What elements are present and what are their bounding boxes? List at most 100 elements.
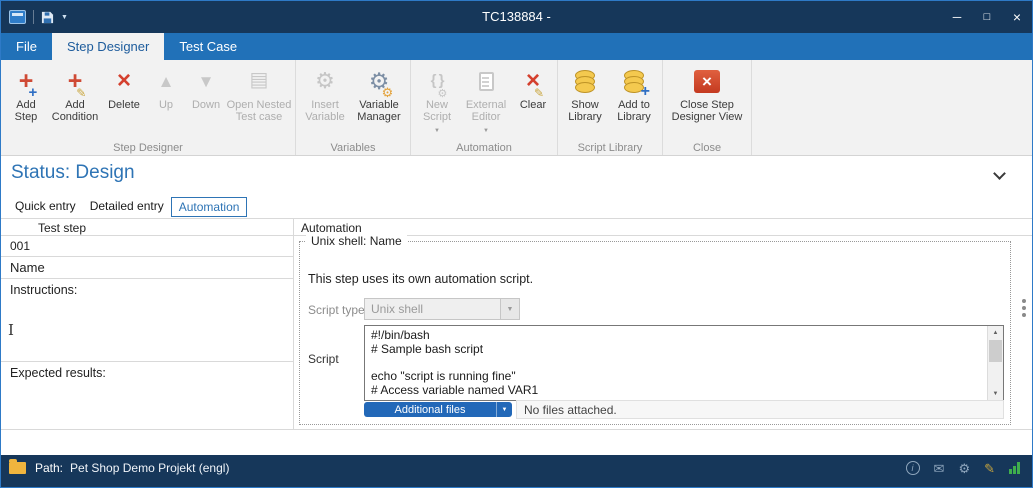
delete-button[interactable]: Delete xyxy=(102,62,146,111)
show-library-button[interactable]: Show Library xyxy=(561,62,609,123)
ribbon-tab-bar: File Step Designer Test Case xyxy=(1,33,1032,60)
script-description: This step uses its own automation script… xyxy=(308,272,533,286)
clear-icon xyxy=(526,65,540,97)
close-button[interactable]: × xyxy=(1002,1,1032,33)
grid-glyph xyxy=(250,74,269,89)
button-label: Show Library xyxy=(561,99,609,123)
gear-sub-glyph xyxy=(382,87,394,100)
scrollbar-thumb[interactable] xyxy=(989,340,1002,362)
ribbon-group-step-designer: Add Step Add Condition Delete Up Down Op… xyxy=(1,60,296,155)
ribbon: Add Step Add Condition Delete Up Down Op… xyxy=(1,60,1032,156)
entry-tab-bar: Quick entry Detailed entry Automation xyxy=(8,197,247,217)
connection-status-icon[interactable] xyxy=(1009,462,1020,474)
titlebar-separator xyxy=(33,10,34,24)
external-editor-button: External Editor xyxy=(460,62,512,137)
ribbon-group-variables: Insert Variable Variable Manager Variabl… xyxy=(296,60,411,155)
db-glyph xyxy=(575,70,595,93)
tab-file[interactable]: File xyxy=(1,33,52,60)
test-step-number-row[interactable]: 001 xyxy=(1,236,293,257)
maximize-button[interactable]: □ xyxy=(972,1,1002,33)
column-header-row: Test step Automation xyxy=(1,218,1032,236)
delete-icon xyxy=(117,65,131,97)
additional-files-label: Additional files xyxy=(364,404,496,416)
button-label: Down xyxy=(192,99,220,111)
close-step-designer-button[interactable]: Close Step Designer View xyxy=(666,62,748,123)
button-label: Up xyxy=(159,99,173,111)
script-textarea[interactable]: #!/bin/bash # Sample bash script echo "s… xyxy=(364,325,1004,401)
column-header-automation: Automation xyxy=(301,221,362,235)
plus-sub-glyph xyxy=(29,87,38,100)
insert-variable-button: Insert Variable xyxy=(299,62,351,123)
close-view-icon xyxy=(694,65,720,97)
instructions-field[interactable]: Instructions: xyxy=(1,279,293,362)
button-label: External Editor xyxy=(460,99,512,123)
gear-glyph xyxy=(315,70,335,92)
tab-automation[interactable]: Automation xyxy=(171,197,248,217)
script-type-select: Unix shell xyxy=(364,298,520,320)
message-icon[interactable] xyxy=(934,462,945,475)
tab-quick-entry[interactable]: Quick entry xyxy=(8,197,83,217)
add-step-button[interactable]: Add Step xyxy=(4,62,48,123)
tab-test-case[interactable]: Test Case xyxy=(164,33,252,60)
script-scrollbar[interactable] xyxy=(987,326,1003,400)
script-line: # Sample bash script xyxy=(371,343,983,357)
group-label: Step Designer xyxy=(1,142,295,154)
collapse-section-chevron-icon[interactable] xyxy=(993,167,1006,180)
add-to-library-button[interactable]: Add to Library xyxy=(609,62,659,123)
variable-manager-icon xyxy=(369,65,390,97)
move-down-button: Down xyxy=(186,62,226,111)
test-step-number: 001 xyxy=(10,239,30,253)
script-line: # Access variable named VAR1 xyxy=(371,384,983,398)
dropdown-caret-icon xyxy=(434,125,440,137)
variable-manager-button[interactable]: Variable Manager xyxy=(351,62,407,123)
button-label: Add to Library xyxy=(609,99,659,123)
add-step-icon xyxy=(19,65,34,97)
info-icon[interactable] xyxy=(906,461,920,475)
additional-files-caret-icon[interactable] xyxy=(496,402,512,417)
window-controls: ─ □ × xyxy=(942,1,1032,33)
insert-variable-icon xyxy=(315,65,335,97)
arrow-glyph xyxy=(198,73,215,90)
panel-splitter-handle[interactable] xyxy=(1022,299,1026,303)
button-label: Insert Variable xyxy=(299,99,351,123)
move-up-button: Up xyxy=(146,62,186,111)
title-bar: TC138884 - ─ □ × xyxy=(1,1,1032,33)
expected-results-field[interactable]: Expected results: xyxy=(1,362,293,429)
save-icon[interactable] xyxy=(41,11,54,24)
path-value: Pet Shop Demo Projekt (engl) xyxy=(70,461,229,475)
button-label: Add Condition xyxy=(48,99,102,123)
groupbox-title: Unix shell: Name xyxy=(306,234,407,248)
column-header-test-step: Test step xyxy=(38,221,86,235)
x-glyph xyxy=(117,69,131,93)
script-line: echo "script is running fine" xyxy=(371,370,983,384)
test-step-name-row[interactable]: Name xyxy=(1,257,293,279)
arrow-glyph xyxy=(158,73,175,90)
document-glyph xyxy=(479,72,494,91)
tab-label: Test Case xyxy=(179,39,237,54)
scroll-up-arrow-icon[interactable] xyxy=(988,326,1003,339)
text-cursor-pointer xyxy=(8,321,14,339)
button-label: Clear xyxy=(520,99,546,111)
add-condition-button[interactable]: Add Condition xyxy=(48,62,102,123)
gear-sub-glyph xyxy=(438,88,448,100)
pencil-sub-icon xyxy=(534,87,544,100)
tab-detailed-entry[interactable]: Detailed entry xyxy=(83,197,171,217)
add-condition-icon xyxy=(68,65,83,97)
new-script-icon xyxy=(431,65,444,97)
ribbon-group-automation: New Script External Editor Clear Automat… xyxy=(411,60,558,155)
tab-step-designer[interactable]: Step Designer xyxy=(52,33,164,60)
additional-files-button[interactable]: Additional files xyxy=(364,402,512,417)
quick-access-caret-icon[interactable] xyxy=(61,14,68,21)
app-icon[interactable] xyxy=(9,10,26,24)
minimize-button[interactable]: ─ xyxy=(942,1,972,33)
clear-button[interactable]: Clear xyxy=(512,62,554,111)
log-icon[interactable] xyxy=(984,462,995,475)
tab-label: File xyxy=(16,39,37,54)
page-title: Status: Design xyxy=(11,162,135,184)
window-title: TC138884 - xyxy=(1,1,1032,33)
scroll-down-arrow-icon[interactable] xyxy=(988,387,1003,400)
column-divider xyxy=(293,218,294,430)
database-icon xyxy=(575,65,595,97)
settings-icon[interactable] xyxy=(958,462,970,475)
braces-glyph xyxy=(431,75,444,88)
